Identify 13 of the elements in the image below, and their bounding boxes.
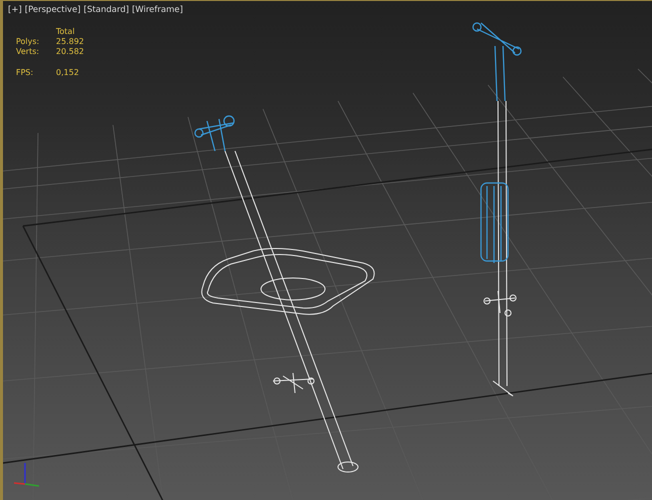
- fps-value: 0,152: [56, 68, 80, 77]
- viewport[interactable]: [+] [Perspective] [Standard] [Wireframe] Total Polys: 25.892 Verts: 20.582 FPS: 0,152: [0, 0, 652, 500]
- stat-value: 25.892: [56, 37, 85, 46]
- viewport-menu-label[interactable]: [Standard]: [84, 5, 129, 15]
- axis-gizmo-icon: [14, 463, 40, 487]
- stat-value: 20.582: [56, 47, 85, 56]
- viewport-menu-label[interactable]: [+]: [8, 5, 22, 15]
- stat-label: Verts:: [16, 47, 40, 56]
- viewport-menu-label[interactable]: [Wireframe]: [132, 5, 183, 15]
- stat-label: Polys:: [16, 37, 40, 46]
- fps-label: FPS:: [16, 68, 34, 77]
- viewport-menu-label[interactable]: [Perspective]: [24, 5, 81, 15]
- stats-header: Total: [56, 27, 76, 36]
